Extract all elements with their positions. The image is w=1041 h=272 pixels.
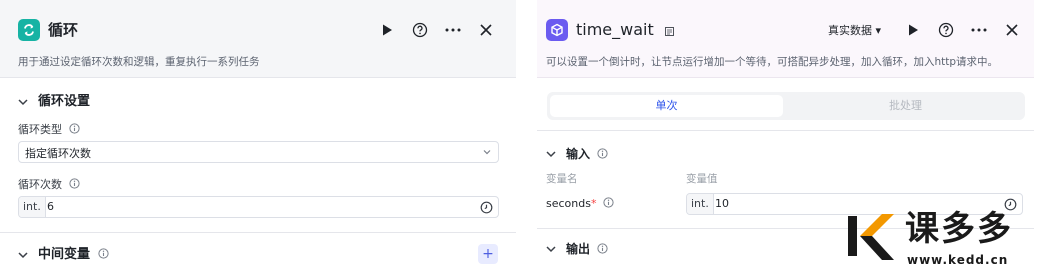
- collapse-output[interactable]: [545, 243, 557, 255]
- output-section-title-text: 输出: [566, 242, 591, 256]
- variables-title-text: 中间变量: [38, 247, 91, 262]
- wait-node-title: time_wait: [576, 19, 674, 41]
- loop-node-description: 用于通过设定循环次数和逻辑，重复执行一系列任务: [18, 56, 260, 68]
- loop-count-label-text: 循环次数: [18, 178, 62, 191]
- output-section-title: 输出: [566, 240, 608, 258]
- edit-icon[interactable]: [664, 27, 674, 36]
- input-section-title: 输入: [566, 145, 608, 163]
- collapse-loop-settings[interactable]: [17, 96, 29, 108]
- section-divider: [537, 130, 1034, 131]
- loop-type-label-text: 循环类型: [18, 123, 62, 136]
- loop-type-select-value: 指定循环次数: [25, 147, 91, 160]
- chevron-down-icon: [18, 251, 28, 258]
- loop-node-title: 循环: [48, 21, 79, 39]
- seconds-value: 10: [715, 197, 729, 210]
- more-icon: [971, 28, 987, 32]
- close-button[interactable]: [475, 19, 497, 41]
- play-icon: [908, 24, 918, 36]
- variables-title: 中间变量: [38, 246, 109, 264]
- loop-count-label: 循环次数: [18, 178, 80, 192]
- loop-count-value: 6: [47, 200, 54, 213]
- variable-name: seconds*: [546, 197, 614, 211]
- clock-icon[interactable]: [480, 201, 493, 214]
- add-variable-button[interactable]: +: [478, 244, 498, 264]
- chevron-down-icon: [546, 150, 556, 157]
- info-icon: [603, 197, 614, 208]
- variable-name-text: seconds: [546, 197, 591, 210]
- loop-settings-title: 循环设置: [38, 94, 91, 109]
- play-icon: [382, 24, 392, 36]
- more-button[interactable]: [442, 19, 464, 41]
- run-button[interactable]: [902, 19, 924, 41]
- close-button[interactable]: [1001, 19, 1023, 41]
- watermark-url: www.kedd.cn: [907, 253, 1009, 267]
- column-header-value: 变量值: [686, 173, 718, 185]
- collapse-input[interactable]: [545, 148, 557, 160]
- chevron-down-icon: [483, 150, 491, 155]
- section-divider: [0, 232, 516, 233]
- loop-icon: [18, 19, 40, 41]
- close-icon: [1006, 24, 1018, 36]
- wait-node-description: 可以设置一个倒计时，让节点运行增加一个等待，可搭配异步处理，加入循环，加入htt…: [546, 56, 999, 68]
- required-mark: *: [590, 197, 597, 210]
- loop-count-input[interactable]: int. 6: [18, 196, 499, 218]
- wait-node-title-text: time_wait: [576, 20, 654, 39]
- run-mode-tabs: 单次 批处理: [547, 92, 1025, 120]
- more-button[interactable]: [968, 19, 990, 41]
- loop-type-label: 循环类型: [18, 123, 80, 137]
- run-button[interactable]: [376, 19, 398, 41]
- input-section-title-text: 输入: [566, 147, 591, 161]
- question-icon: [938, 22, 954, 38]
- tab-single[interactable]: 单次: [550, 95, 783, 117]
- help-button[interactable]: [935, 19, 957, 41]
- chevron-down-icon: [18, 98, 28, 105]
- watermark-brand: 课多多: [905, 209, 1013, 249]
- data-source-dropdown[interactable]: 真实数据 ▾: [828, 24, 881, 38]
- info-icon: [68, 123, 80, 134]
- question-icon: [412, 22, 428, 38]
- type-badge: int.: [687, 194, 714, 214]
- type-badge: int.: [19, 197, 46, 217]
- help-button[interactable]: [409, 19, 431, 41]
- loop-type-select[interactable]: 指定循环次数: [18, 141, 499, 163]
- close-icon: [480, 24, 492, 36]
- column-header-name: 变量名: [546, 173, 578, 185]
- chevron-down-icon: [546, 245, 556, 252]
- collapse-variables[interactable]: [17, 249, 29, 261]
- info-icon: [597, 148, 608, 159]
- info-icon: [597, 243, 608, 254]
- cube-icon: [546, 19, 568, 41]
- info-icon: [68, 178, 80, 189]
- tab-batch[interactable]: 批处理: [789, 95, 1022, 117]
- more-icon: [445, 28, 461, 32]
- info-icon: [97, 248, 109, 259]
